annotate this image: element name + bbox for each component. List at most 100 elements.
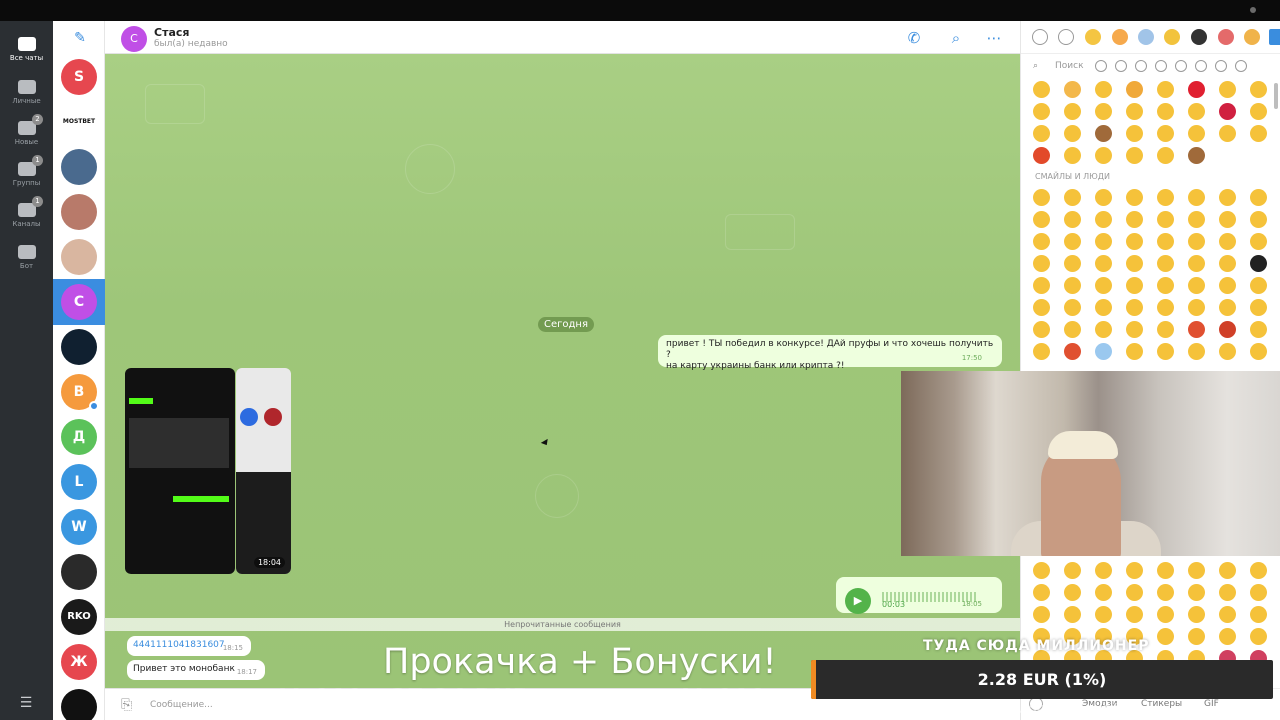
emoji-scrollbar[interactable] <box>1274 83 1278 109</box>
emoji-cell[interactable] <box>1250 81 1267 98</box>
emoji-cell[interactable] <box>1219 211 1236 228</box>
emoji-cell[interactable] <box>1095 584 1112 601</box>
emoji-cell[interactable] <box>1064 299 1081 316</box>
emoji-cell[interactable] <box>1219 233 1236 250</box>
emoji-cell[interactable] <box>1064 147 1081 164</box>
chat-avatar[interactable]: L <box>61 464 97 500</box>
emoji-cell[interactable] <box>1157 147 1174 164</box>
emoji-cell[interactable] <box>1033 255 1050 272</box>
emoji-cell[interactable] <box>1219 606 1236 623</box>
peer-avatar[interactable]: С <box>121 26 147 52</box>
emoji-cell[interactable] <box>1095 233 1112 250</box>
outgoing-message[interactable]: привет ! ТЫ победил в конкурсе! ДАй пруф… <box>658 335 1002 371</box>
chat-avatar[interactable] <box>61 239 97 275</box>
emoji-cell[interactable] <box>1033 103 1050 120</box>
settings-icon[interactable]: ☰ <box>17 696 35 710</box>
emoji-cell[interactable] <box>1157 125 1174 142</box>
more-icon[interactable]: ⋯ <box>985 29 1003 47</box>
emoji-pack-icon[interactable] <box>1269 29 1280 45</box>
emoji-cell[interactable] <box>1095 321 1112 338</box>
emoji-cell[interactable] <box>1126 584 1143 601</box>
folder-new[interactable]: 2 Новые <box>0 114 53 157</box>
emoji-cell[interactable] <box>1188 125 1205 142</box>
emoji-cell[interactable] <box>1033 125 1050 142</box>
emoji-cell[interactable] <box>1126 125 1143 142</box>
emoji-cell[interactable] <box>1188 255 1205 272</box>
emoji-cell[interactable] <box>1095 255 1112 272</box>
emoji-cell[interactable] <box>1250 233 1267 250</box>
smile-icon[interactable] <box>1058 29 1074 45</box>
chat-avatar[interactable]: Д <box>61 419 97 455</box>
emoji-cell[interactable] <box>1126 562 1143 579</box>
emoji-pack-icon[interactable] <box>1191 29 1207 45</box>
search-icon[interactable]: ⌕ <box>947 29 965 47</box>
emoji-cell[interactable] <box>1033 189 1050 206</box>
emoji-cell[interactable] <box>1188 562 1205 579</box>
emoji-cell[interactable] <box>1188 343 1205 360</box>
emoji-cell[interactable] <box>1126 606 1143 623</box>
emoji-cell[interactable] <box>1219 277 1236 294</box>
emoji-cell[interactable] <box>1250 584 1267 601</box>
recent-icon[interactable] <box>1032 29 1048 45</box>
screenshot-media[interactable]: 18:04 <box>236 368 291 574</box>
chat-avatar[interactable]: MOSTBET <box>61 104 97 140</box>
emoji-cell[interactable] <box>1033 606 1050 623</box>
compose-icon[interactable]: ✎ <box>72 30 88 46</box>
emoji-pack-icon[interactable] <box>1112 29 1128 45</box>
chat-avatar[interactable] <box>61 329 97 365</box>
emoji-cell[interactable] <box>1157 628 1174 645</box>
emoji-cell[interactable] <box>1095 299 1112 316</box>
emoji-cell[interactable] <box>1250 211 1267 228</box>
incoming-message[interactable]: Привет это монобанк 18:17 <box>127 660 265 680</box>
emoji-cell[interactable] <box>1250 255 1267 272</box>
emoji-cell[interactable] <box>1157 584 1174 601</box>
folder-groups[interactable]: 1 Группы <box>0 155 53 198</box>
emoji-cell[interactable] <box>1219 81 1236 98</box>
emoji-cell[interactable] <box>1033 233 1050 250</box>
emoji-pack-icon[interactable] <box>1164 29 1180 45</box>
emoji-cell[interactable] <box>1064 606 1081 623</box>
emoji-cell[interactable] <box>1064 189 1081 206</box>
emoji-cell[interactable] <box>1095 125 1112 142</box>
emoji-cell[interactable] <box>1188 299 1205 316</box>
screenshot-media[interactable] <box>125 368 235 574</box>
chat-avatar[interactable]: RKO <box>61 599 97 635</box>
emoji-cell[interactable] <box>1033 299 1050 316</box>
emoji-cell[interactable] <box>1188 606 1205 623</box>
emoji-cell[interactable] <box>1126 103 1143 120</box>
emoji-cell[interactable] <box>1219 321 1236 338</box>
emoji-cell[interactable] <box>1095 343 1112 360</box>
emoji-pack-icon[interactable] <box>1138 29 1154 45</box>
emoji-cell[interactable] <box>1250 189 1267 206</box>
emoji-cell[interactable] <box>1126 321 1143 338</box>
chat-avatar[interactable] <box>61 149 97 185</box>
attach-icon[interactable]: ⎘ <box>121 697 132 713</box>
emoji-cell[interactable] <box>1157 343 1174 360</box>
emoji-cell[interactable] <box>1064 255 1081 272</box>
folder-channels[interactable]: 1 Каналы <box>0 196 53 239</box>
chat-avatar[interactable]: B <box>61 374 99 411</box>
emoji-cell[interactable] <box>1250 628 1267 645</box>
emoji-cell[interactable] <box>1095 81 1112 98</box>
emoji-cell[interactable] <box>1188 103 1205 120</box>
chat-avatar[interactable]: S <box>61 59 97 95</box>
emoji-cell[interactable] <box>1126 277 1143 294</box>
emoji-cell[interactable] <box>1157 255 1174 272</box>
emoji-cell[interactable] <box>1095 211 1112 228</box>
emoji-pack-icon[interactable] <box>1218 29 1234 45</box>
emoji-cell[interactable] <box>1064 343 1081 360</box>
emoji-cell[interactable] <box>1126 189 1143 206</box>
emoji-cell[interactable] <box>1250 562 1267 579</box>
emoji-pack-icon[interactable] <box>1085 29 1101 45</box>
folder-personal[interactable]: Личные <box>0 76 53 116</box>
emoji-cell[interactable] <box>1095 606 1112 623</box>
emoji-cell[interactable] <box>1033 211 1050 228</box>
emoji-cell[interactable] <box>1126 343 1143 360</box>
chat-avatar[interactable]: W <box>61 509 97 545</box>
chat-avatar[interactable] <box>61 194 97 230</box>
emoji-cell[interactable] <box>1250 321 1267 338</box>
emoji-cell[interactable] <box>1250 299 1267 316</box>
play-icon[interactable]: ▶ <box>845 588 871 614</box>
emoji-cell[interactable] <box>1033 277 1050 294</box>
tab-stickers[interactable]: Стикеры <box>1141 699 1182 709</box>
